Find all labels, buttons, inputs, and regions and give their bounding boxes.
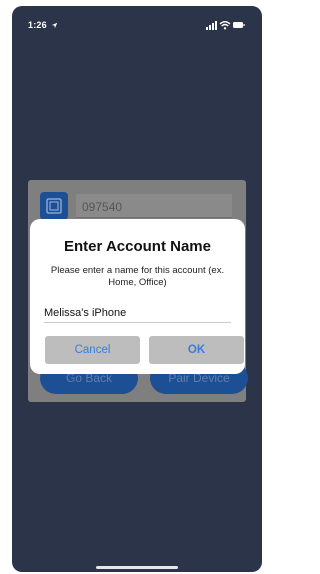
account-name-input[interactable] [44, 304, 231, 323]
phone-screen: 1:26 097540 Go Back Pair Device Enter Ac… [12, 6, 262, 572]
location-arrow-icon [51, 22, 57, 29]
dialog-title: Enter Account Name [64, 238, 211, 255]
dialog-message: Please enter a name for this account (ex… [50, 265, 225, 288]
cancel-button[interactable]: Cancel [45, 336, 140, 364]
cellular-signal-icon [206, 21, 217, 30]
status-icons [206, 20, 246, 30]
status-time: 1:26 [28, 20, 58, 30]
device-icon [40, 192, 68, 220]
device-code-field: 097540 [76, 194, 232, 218]
status-time-text: 1:26 [28, 20, 47, 30]
wifi-icon [219, 21, 231, 30]
enter-account-name-dialog: Enter Account Name Please enter a name f… [30, 219, 245, 374]
home-indicator[interactable] [96, 566, 178, 569]
battery-icon [233, 22, 245, 28]
status-bar: 1:26 [12, 6, 262, 42]
ok-button[interactable]: OK [149, 336, 244, 364]
